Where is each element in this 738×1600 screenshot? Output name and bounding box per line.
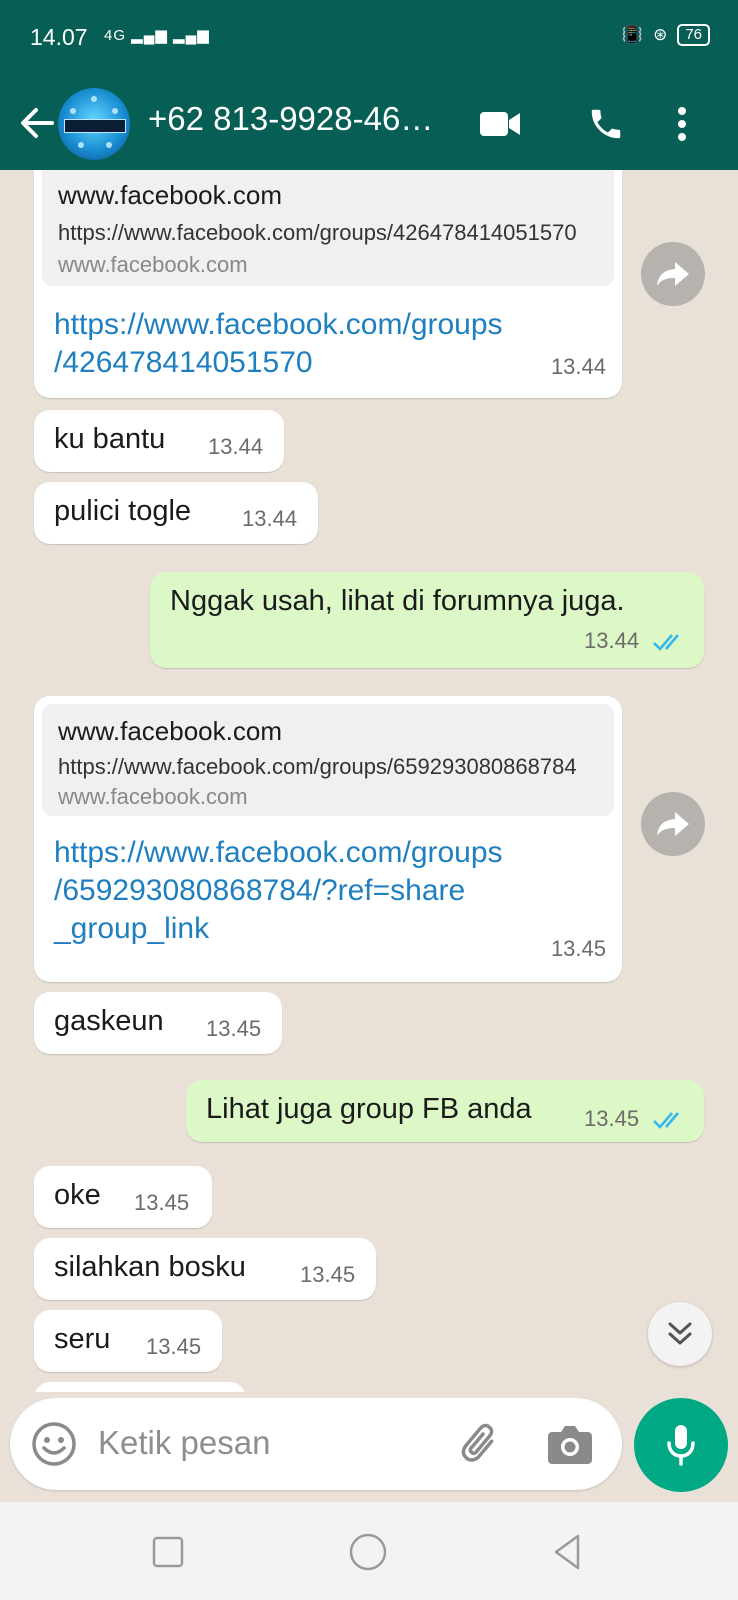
message-link-line[interactable]: https://www.facebook.com/groups (54, 834, 503, 872)
more-vert-icon[interactable] (666, 96, 698, 152)
camera-icon[interactable] (546, 1422, 594, 1466)
preview-url: https://www.facebook.com/groups/65929308… (58, 754, 577, 779)
nav-back-icon[interactable] (546, 1530, 590, 1574)
message-text: Lihat juga group FB anda (206, 1093, 532, 1125)
forward-icon[interactable] (641, 792, 705, 856)
status-bar: 14.07 4G ▂▄▆ ▂▄▆ 📳 ⊛ 76 (0, 0, 738, 78)
status-icons: 📳 ⊛ 76 (622, 24, 710, 46)
message-time: 13.45 (134, 1190, 190, 1215)
message-bubble-incoming[interactable]: gaskeun 13.45 (34, 992, 282, 1054)
avatar-logo (64, 119, 126, 133)
message-bubble-outgoing[interactable]: Lihat juga group FB anda 13.45 (186, 1080, 704, 1142)
message-bubble-incoming[interactable]: oke 13.45 (34, 1166, 212, 1228)
message-time: 13.45 (300, 1262, 356, 1287)
message-bubble-incoming[interactable]: seru 13.45 (34, 1310, 222, 1372)
message-time: 13.44 (584, 628, 640, 653)
message-link-line[interactable]: _group_link (54, 910, 209, 948)
message-text: gaskeun (54, 1005, 164, 1037)
back-arrow-icon[interactable] (16, 98, 60, 148)
message-bubble-incoming[interactable]: pulici togle 13.44 (34, 482, 318, 544)
message-input[interactable]: Ketik pesan (98, 1424, 270, 1462)
scroll-to-bottom-button[interactable] (648, 1302, 712, 1366)
preview-title: www.facebook.com (58, 180, 282, 210)
message-link-line[interactable]: /426478414051570 (54, 344, 313, 382)
preview-url: https://www.facebook.com/groups/42647841… (58, 220, 577, 245)
message-time: 13.45 (146, 1334, 202, 1359)
forward-icon[interactable] (641, 242, 705, 306)
message-bubble-incoming[interactable]: www.facebook.com https://www.facebook.co… (34, 696, 622, 982)
link-preview[interactable]: www.facebook.com https://www.facebook.co… (42, 704, 614, 816)
read-ticks-icon (653, 634, 679, 651)
lock-icon: ⊛ (653, 25, 668, 44)
mic-icon (667, 1425, 695, 1466)
link-preview[interactable]: www.facebook.com https://www.facebook.co… (42, 170, 614, 286)
nav-home-icon[interactable] (346, 1530, 390, 1574)
signal-indicator: 4G ▂▄▆ ▂▄▆ (104, 27, 210, 44)
message-time: 13.45 (550, 936, 606, 961)
avatar[interactable] (58, 88, 130, 160)
preview-domain: www.facebook.com (58, 784, 248, 809)
system-nav-bar (0, 1502, 738, 1600)
message-bubble-outgoing[interactable]: Nggak usah, lihat di forumnya juga. 13.4… (150, 572, 704, 668)
read-ticks-icon (653, 1112, 679, 1129)
message-time: 13.44 (208, 434, 264, 459)
preview-domain: www.facebook.com (58, 252, 248, 277)
message-text: oke (54, 1179, 101, 1211)
video-call-icon[interactable] (474, 96, 526, 152)
voice-call-icon[interactable] (580, 96, 632, 152)
message-time: 13.45 (206, 1016, 262, 1041)
message-bubble-incoming[interactable]: ku bantu 13.44 (34, 410, 284, 472)
message-composer[interactable]: Ketik pesan (10, 1398, 622, 1490)
message-time: 13.45 (584, 1106, 640, 1131)
nav-recents-icon[interactable] (146, 1530, 190, 1574)
message-time: 13.44 (242, 506, 298, 531)
attach-icon[interactable] (458, 1420, 508, 1470)
battery-indicator: 76 (677, 24, 710, 46)
mic-button[interactable] (634, 1398, 728, 1492)
message-text: seru (54, 1323, 111, 1355)
message-bubble-incoming[interactable] (34, 1382, 246, 1392)
network-type: 4G (104, 27, 127, 44)
message-link-line[interactable]: /659293080868784/?ref=share (54, 872, 465, 910)
message-bubble-incoming[interactable]: www.facebook.com https://www.facebook.co… (34, 170, 622, 398)
double-chevron-down-icon (668, 1322, 692, 1345)
message-text: ku bantu (54, 423, 166, 455)
message-text: Nggak usah, lihat di forumnya juga. (170, 585, 625, 617)
message-text: silahkan bosku (54, 1251, 246, 1283)
contact-name[interactable]: +62 813-9928-46… (148, 100, 448, 138)
message-list[interactable]: www.facebook.com https://www.facebook.co… (0, 170, 738, 1392)
message-link-line[interactable]: https://www.facebook.com/groups (54, 306, 503, 344)
status-time: 14.07 (30, 24, 88, 50)
message-bubble-incoming[interactable]: silahkan bosku 13.45 (34, 1238, 376, 1300)
emoji-icon[interactable] (30, 1420, 78, 1468)
preview-title: www.facebook.com (58, 716, 282, 746)
vibrate-icon: 📳 (621, 25, 644, 44)
message-text: pulici togle (54, 495, 192, 527)
chat-header: +62 813-9928-46… (0, 78, 738, 170)
message-time: 13.44 (550, 354, 606, 379)
